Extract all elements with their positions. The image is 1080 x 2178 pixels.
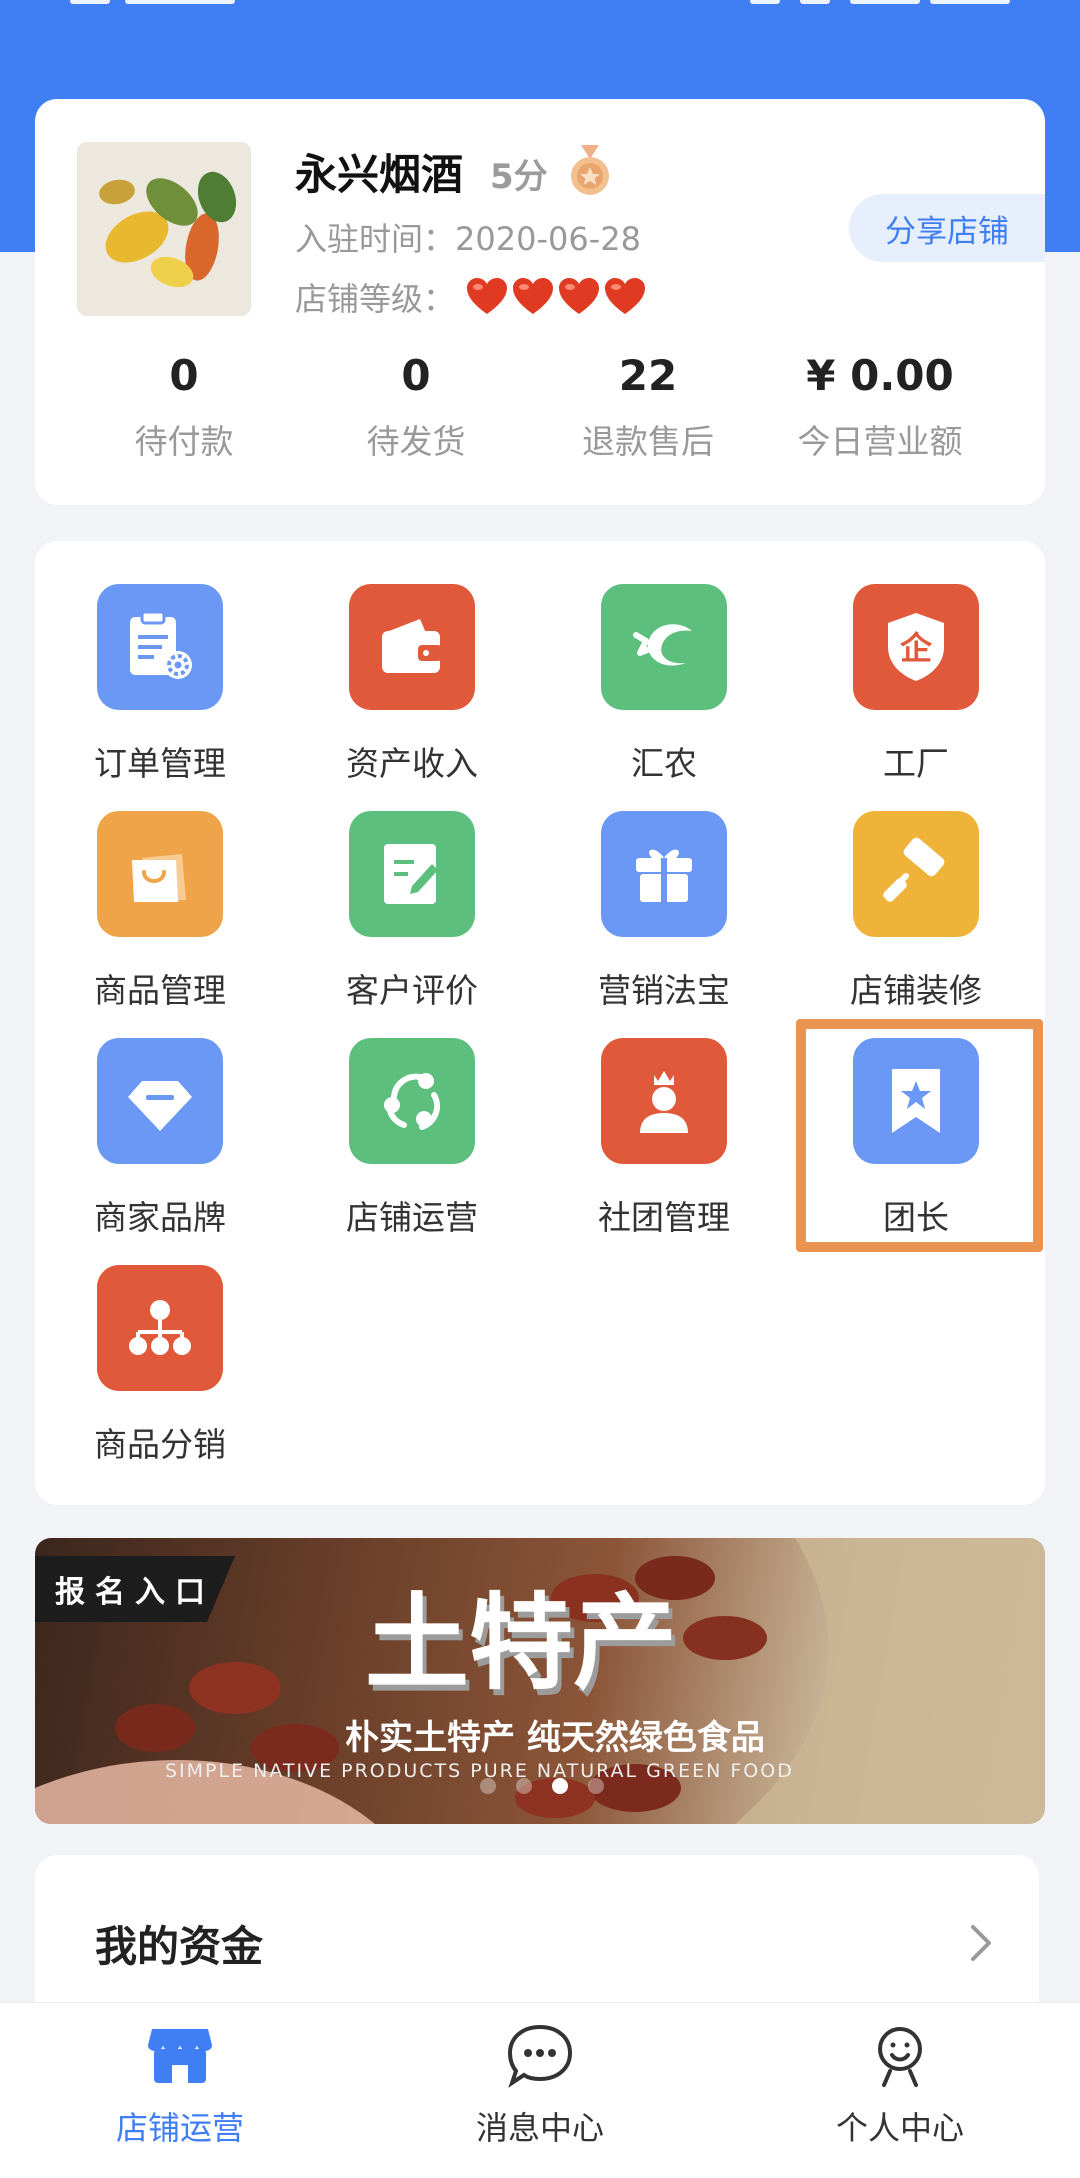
shop-avatar[interactable] [77,142,251,316]
banner-title: 土特产 [365,1582,678,1704]
menu-item-merchant-brand[interactable]: 商家品牌 [60,995,260,1237]
stat-pending-shipment[interactable]: 0 待发货 [300,351,532,463]
heart-icon [467,278,508,314]
promo-banner[interactable]: 报名入口 土特产 朴实土特产 纯天然绿色食品 SIMPLE NATIVE PRO… [35,1538,1045,1824]
stat-pending-payment[interactable]: 0 待付款 [68,351,300,463]
function-menu-card: 订单管理 资产收入 汇农 企 工厂 商品管理 客户评价 营销法宝 店铺装修 商家… [35,541,1045,1505]
menu-item-product-management[interactable]: 商品管理 [60,768,260,1010]
shop-name: 永兴烟酒 [295,150,464,199]
menu-label: 社团管理 [598,1198,730,1237]
carousel-dot[interactable] [588,1778,604,1794]
brand-diamond-icon [97,1038,223,1164]
order-stats: 0 待付款 0 待发货 22 退款售后 ¥ 0.00 今日营业额 [35,351,1045,463]
menu-item-customer-reviews[interactable]: 客户评价 [312,768,512,1010]
stat-today-revenue[interactable]: ¥ 0.00 今日营业额 [764,351,996,463]
funds-title: 我的资金 [95,1922,264,1971]
clipboard-gear-icon [97,584,223,710]
banner-tag: 报名入口 [35,1556,235,1622]
wallet-icon [349,584,475,710]
stat-value: 22 [618,351,678,400]
menu-label: 商品分销 [94,1425,226,1464]
stat-label: 今日营业额 [797,422,963,461]
chat-bubble-icon [507,2024,573,2088]
factory-shield-icon: 企 [853,584,979,710]
menu-item-shop-operations[interactable]: 店铺运营 [312,995,512,1237]
menu-item-order-management[interactable]: 订单管理 [60,541,260,783]
bottom-navigation: 店铺运营 消息中心 个人中心 [0,2002,1080,2178]
menu-item-marketing-tools[interactable]: 营销法宝 [564,768,764,1010]
menu-label: 团长 [883,1198,949,1237]
menu-label: 店铺运营 [346,1198,478,1237]
level-hearts [467,278,651,316]
shop-level-label: 店铺等级： [295,280,456,318]
star-bookmark-icon [853,1038,979,1164]
join-date-value: 2020-06-28 [455,220,641,258]
svg-text:企: 企 [900,629,933,667]
join-date-label: 入驻时间： [295,220,456,258]
user-face-icon [878,2027,922,2087]
stat-label: 退款售后 [582,422,714,461]
stat-value: ¥ 0.00 [806,351,954,400]
heart-icon [605,278,646,314]
stat-value: 0 [401,351,431,400]
nav-tab-profile[interactable]: 个人中心 [720,2003,1080,2178]
stat-refunds[interactable]: 22 退款售后 [532,351,764,463]
shop-icon [148,2029,212,2083]
status-bar [0,0,1080,10]
carousel-dot[interactable] [480,1778,496,1794]
menu-item-community-management[interactable]: 社团管理 [564,995,764,1237]
menu-item-factory[interactable]: 企 工厂 [816,541,1016,783]
gift-icon [601,811,727,937]
shopping-bag-icon [97,811,223,937]
stat-label: 待发货 [366,422,466,461]
medal-icon [571,145,609,195]
share-nodes-icon [349,1038,475,1164]
menu-item-shop-decoration[interactable]: 店铺装修 [816,768,1016,1010]
menu-item-huinong[interactable]: 汇农 [564,541,764,783]
crowned-person-icon [601,1038,727,1164]
paint-roller-icon [853,811,979,937]
huinong-logo-icon [601,584,727,710]
nav-tab-shop-operations[interactable]: 店铺运营 [0,2003,360,2178]
join-date-row: 入驻时间：2020-06-28 [295,214,641,260]
menu-item-asset-income[interactable]: 资产收入 [312,541,512,783]
heart-icon [559,278,600,314]
edit-note-icon [349,811,475,937]
carousel-dot-active[interactable] [552,1778,568,1794]
nav-label: 消息中心 [475,2109,604,2147]
stat-label: 待付款 [134,422,234,461]
menu-item-product-distribution[interactable]: 商品分销 [60,1222,260,1464]
shop-info-card: 永兴烟酒 5分 入驻时间：2020-06-28 店铺等级： 分享店铺 0 待付款… [35,99,1045,505]
share-shop-button[interactable]: 分享店铺 [849,194,1045,262]
stat-value: 0 [169,351,199,400]
nav-tab-messages[interactable]: 消息中心 [360,2003,720,2178]
heart-icon [513,278,554,314]
shop-score: 5分 [490,157,548,197]
chevron-right-icon [971,1925,991,1961]
carousel-dot[interactable] [516,1778,532,1794]
carousel-dots [480,1778,624,1794]
org-chart-icon [97,1265,223,1391]
shop-level-row: 店铺等级： [295,274,651,320]
banner-subtitle: 朴实土特产 纯天然绿色食品 [345,1718,765,1758]
menu-item-group-leader[interactable]: 团长 [816,995,1016,1237]
nav-label: 个人中心 [835,2109,964,2147]
nav-label: 店铺运营 [115,2109,244,2147]
